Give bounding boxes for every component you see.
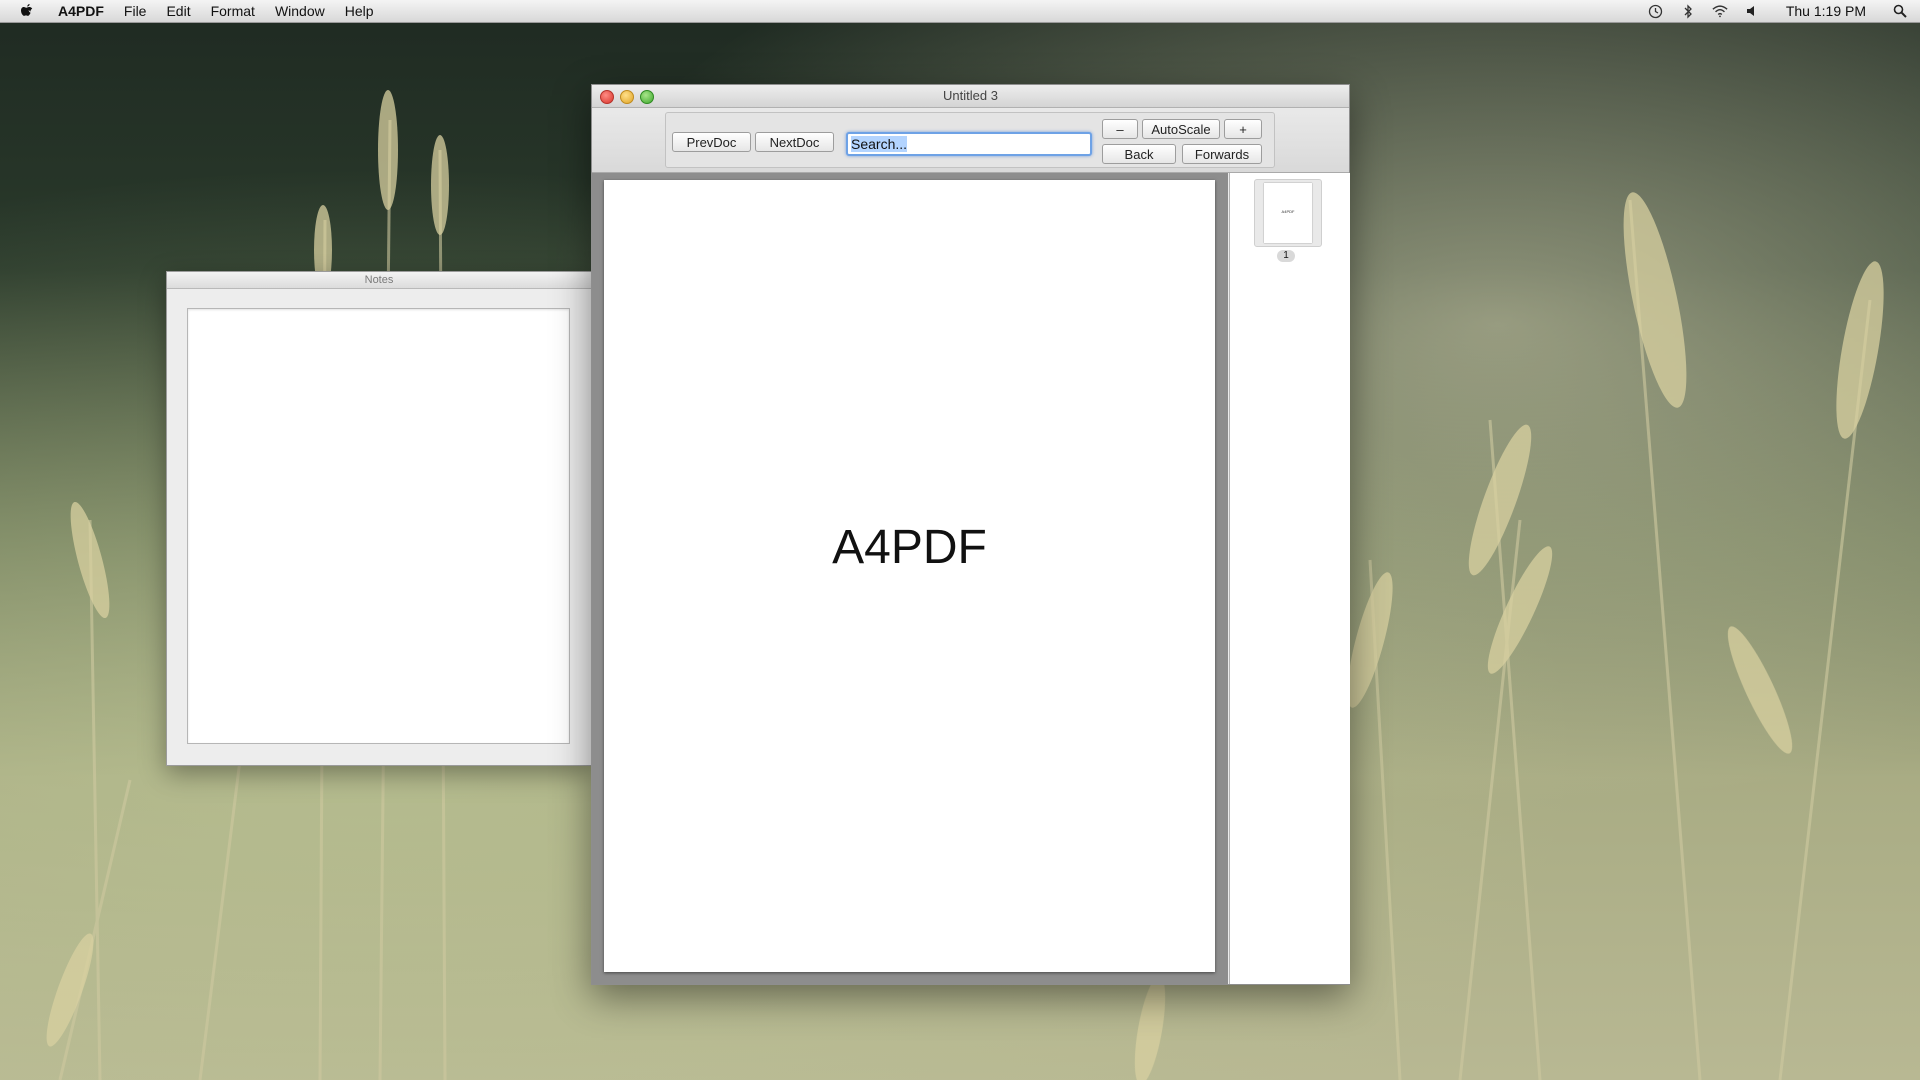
toolbar: PrevDoc NextDoc Search... – AutoScale + … — [592, 108, 1349, 173]
zoom-in-button[interactable]: + — [1224, 119, 1262, 139]
volume-icon[interactable] — [1744, 3, 1760, 19]
menu-format[interactable]: Format — [201, 0, 265, 22]
thumbnail-page: A4PDF — [1264, 183, 1312, 243]
app-menu[interactable]: A4PDF — [50, 0, 114, 22]
toolbar-group: PrevDoc NextDoc Search... – AutoScale + … — [665, 112, 1275, 168]
notes-text-area[interactable] — [187, 308, 570, 744]
menu-help[interactable]: Help — [335, 0, 384, 22]
prev-doc-button[interactable]: PrevDoc — [672, 132, 751, 152]
pdf-view[interactable]: A4PDF — [592, 173, 1228, 984]
forwards-button[interactable]: Forwards — [1182, 144, 1262, 164]
apple-menu-icon[interactable] — [18, 2, 36, 20]
pdf-page[interactable]: A4PDF — [604, 180, 1215, 972]
menu-window[interactable]: Window — [265, 0, 335, 22]
page-text: A4PDF — [832, 521, 987, 574]
thumbnail-sidebar: A4PDF 1 — [1229, 173, 1350, 984]
autoscale-button[interactable]: AutoScale — [1142, 119, 1220, 139]
zoom-out-button[interactable]: – — [1102, 119, 1138, 139]
window-titlebar[interactable]: Untitled 3 — [592, 85, 1349, 108]
menu-bar: A4PDF File Edit Format Window Help Thu 1… — [0, 0, 1920, 23]
page-thumbnail[interactable]: A4PDF — [1254, 179, 1322, 247]
time-machine-icon[interactable] — [1648, 3, 1664, 19]
document-window: Untitled 3 PrevDoc NextDoc Search... – A… — [591, 84, 1350, 985]
wifi-icon[interactable] — [1712, 3, 1728, 19]
status-area: Thu 1:19 PM — [1648, 0, 1920, 22]
back-button[interactable]: Back — [1102, 144, 1176, 164]
bluetooth-icon[interactable] — [1680, 3, 1696, 19]
menu-edit[interactable]: Edit — [156, 0, 200, 22]
search-text: Search... — [851, 136, 908, 152]
next-doc-button[interactable]: NextDoc — [755, 132, 834, 152]
notes-title: Notes — [167, 272, 591, 289]
document-content: A4PDF A4PDF 1 — [592, 173, 1350, 984]
spotlight-icon[interactable] — [1892, 3, 1908, 19]
thumbnail-label: 1 — [1277, 250, 1295, 262]
menu-file[interactable]: File — [114, 0, 157, 22]
thumbnail-text: A4PDF — [1281, 209, 1295, 214]
window-title: Untitled 3 — [943, 88, 998, 103]
search-input[interactable]: Search... — [846, 132, 1092, 156]
clock[interactable]: Thu 1:19 PM — [1776, 0, 1876, 22]
notes-panel: Notes — [166, 271, 592, 766]
